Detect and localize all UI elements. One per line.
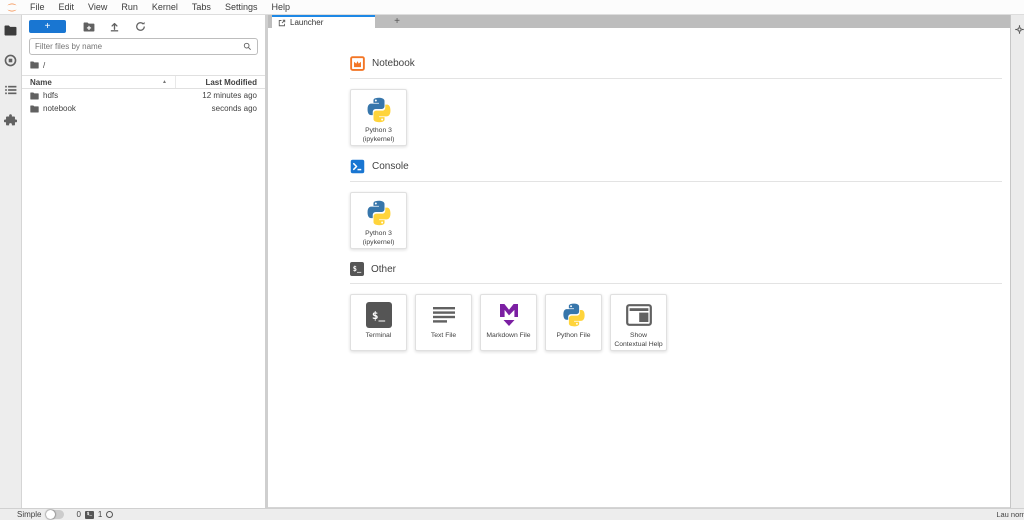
add-tab-button[interactable]: +: [384, 15, 410, 28]
filter-files-input[interactable]: [35, 42, 243, 51]
card-label: Text File: [429, 332, 458, 341]
upload-icon[interactable]: [108, 20, 121, 33]
card-label: Python 3 (ipykernel): [351, 230, 406, 248]
python-logo-icon: [561, 300, 587, 330]
python-logo-icon: [365, 95, 393, 125]
launcher-card-text-file[interactable]: Text File: [415, 294, 472, 351]
launcher-card-python-file[interactable]: Python File: [545, 294, 602, 351]
folder-icon: [30, 105, 39, 113]
tab-label: Launcher: [290, 18, 323, 27]
new-folder-icon[interactable]: [82, 20, 95, 33]
workspace: +: [0, 15, 1024, 508]
section-title: Console: [372, 161, 409, 172]
menu-bar: File Edit View Run Kernel Tabs Settings …: [0, 0, 1024, 15]
launcher-card-console-python3[interactable]: Python 3 (ipykernel): [350, 192, 407, 249]
launcher-section-console: Console Python 3 (ipykernel): [350, 159, 1002, 249]
menu-view[interactable]: View: [81, 0, 114, 14]
menu-kernel[interactable]: Kernel: [145, 0, 185, 14]
file-modified: seconds ago: [212, 104, 257, 113]
tab-bar: Launcher +: [268, 15, 1010, 28]
tab-launcher[interactable]: Launcher: [272, 15, 375, 28]
sort-asc-icon: ▲: [162, 79, 167, 85]
modified-column-header[interactable]: Last Modified: [175, 76, 257, 88]
kernel-icon: [106, 511, 113, 518]
launcher-card-terminal[interactable]: $_ Terminal: [350, 294, 407, 351]
simple-mode-label: Simple: [17, 510, 41, 519]
file-name: notebook: [43, 104, 76, 113]
file-modified: 12 minutes ago: [202, 91, 257, 100]
card-label: Terminal: [364, 332, 394, 341]
file-row-notebook[interactable]: notebook seconds ago: [22, 102, 265, 115]
text-file-icon: [432, 300, 456, 330]
running-kernels-icon[interactable]: [4, 53, 18, 67]
card-label: Markdown File: [484, 332, 532, 341]
activity-bar: [0, 15, 22, 508]
breadcrumb-path: /: [43, 61, 45, 70]
file-row-hdfs[interactable]: hdfs 12 minutes ago: [22, 89, 265, 102]
launcher-card-contextual-help[interactable]: Show Contextual Help: [610, 294, 667, 351]
new-launcher-button[interactable]: +: [29, 20, 66, 33]
file-browser-panel: +: [22, 15, 265, 508]
file-name: hdfs: [43, 91, 58, 100]
filter-files-box: [29, 38, 258, 55]
name-column-header[interactable]: Name: [30, 78, 162, 87]
right-sidebar-strip: [1010, 15, 1024, 508]
launcher-icon: [278, 19, 286, 27]
terminal-icon: $_: [366, 302, 392, 328]
card-label: Python File: [554, 332, 592, 341]
notebook-icon: [350, 56, 365, 71]
toggle-knob: [46, 510, 55, 519]
menu-help[interactable]: Help: [264, 0, 297, 14]
file-browser-toolbar: +: [22, 15, 265, 36]
launcher-section-notebook: Notebook Python 3 (ipykernel): [350, 56, 1002, 146]
kernels-count: 1: [98, 510, 102, 519]
terminal-icon: $_: [85, 511, 94, 519]
folder-icon: [30, 61, 39, 69]
jupyter-logo-icon: [0, 0, 23, 14]
contextual-help-icon: [626, 300, 652, 330]
card-label: Python 3 (ipykernel): [351, 127, 406, 145]
files-icon[interactable]: [4, 23, 18, 37]
property-inspector-icon[interactable]: [1015, 25, 1024, 34]
section-title: Other: [371, 264, 396, 275]
terminal-icon: $_: [350, 262, 364, 276]
main-dock-panel: Launcher + Notebook: [268, 15, 1010, 508]
breadcrumb[interactable]: /: [22, 57, 265, 73]
jupyterlab-window: File Edit View Run Kernel Tabs Settings …: [0, 0, 1024, 520]
kernel-terminal-counts[interactable]: 0 $_ 1: [76, 510, 113, 519]
folder-icon: [30, 92, 39, 100]
card-label: Show Contextual Help: [611, 332, 666, 350]
terminals-count: 0: [76, 510, 80, 519]
console-icon: [350, 159, 365, 174]
search-icon: [243, 42, 252, 51]
simple-mode-toggle[interactable]: [46, 510, 64, 519]
menu-edit[interactable]: Edit: [52, 0, 82, 14]
launcher-section-other: $_ Other $_ Terminal: [350, 262, 1002, 351]
menu-file[interactable]: File: [23, 0, 52, 14]
menu-tabs[interactable]: Tabs: [185, 0, 218, 14]
menu-settings[interactable]: Settings: [218, 0, 265, 14]
launcher-card-notebook-python3[interactable]: Python 3 (ipykernel): [350, 89, 407, 146]
python-logo-icon: [365, 198, 393, 228]
file-list-header: Name ▲ Last Modified: [22, 75, 265, 89]
refresh-icon[interactable]: [134, 20, 147, 33]
menu-run[interactable]: Run: [114, 0, 145, 14]
table-of-contents-icon[interactable]: [4, 83, 18, 97]
launcher-card-markdown-file[interactable]: Markdown File: [480, 294, 537, 351]
launcher-panel: Notebook Python 3 (ipykernel): [268, 28, 1010, 508]
status-right-text: Lau norm: [996, 510, 1024, 519]
extensions-icon[interactable]: [4, 113, 18, 127]
status-bar: Simple 0 $_ 1 Lau norm: [0, 508, 1024, 520]
markdown-icon: [498, 300, 520, 330]
section-title: Notebook: [372, 58, 415, 69]
